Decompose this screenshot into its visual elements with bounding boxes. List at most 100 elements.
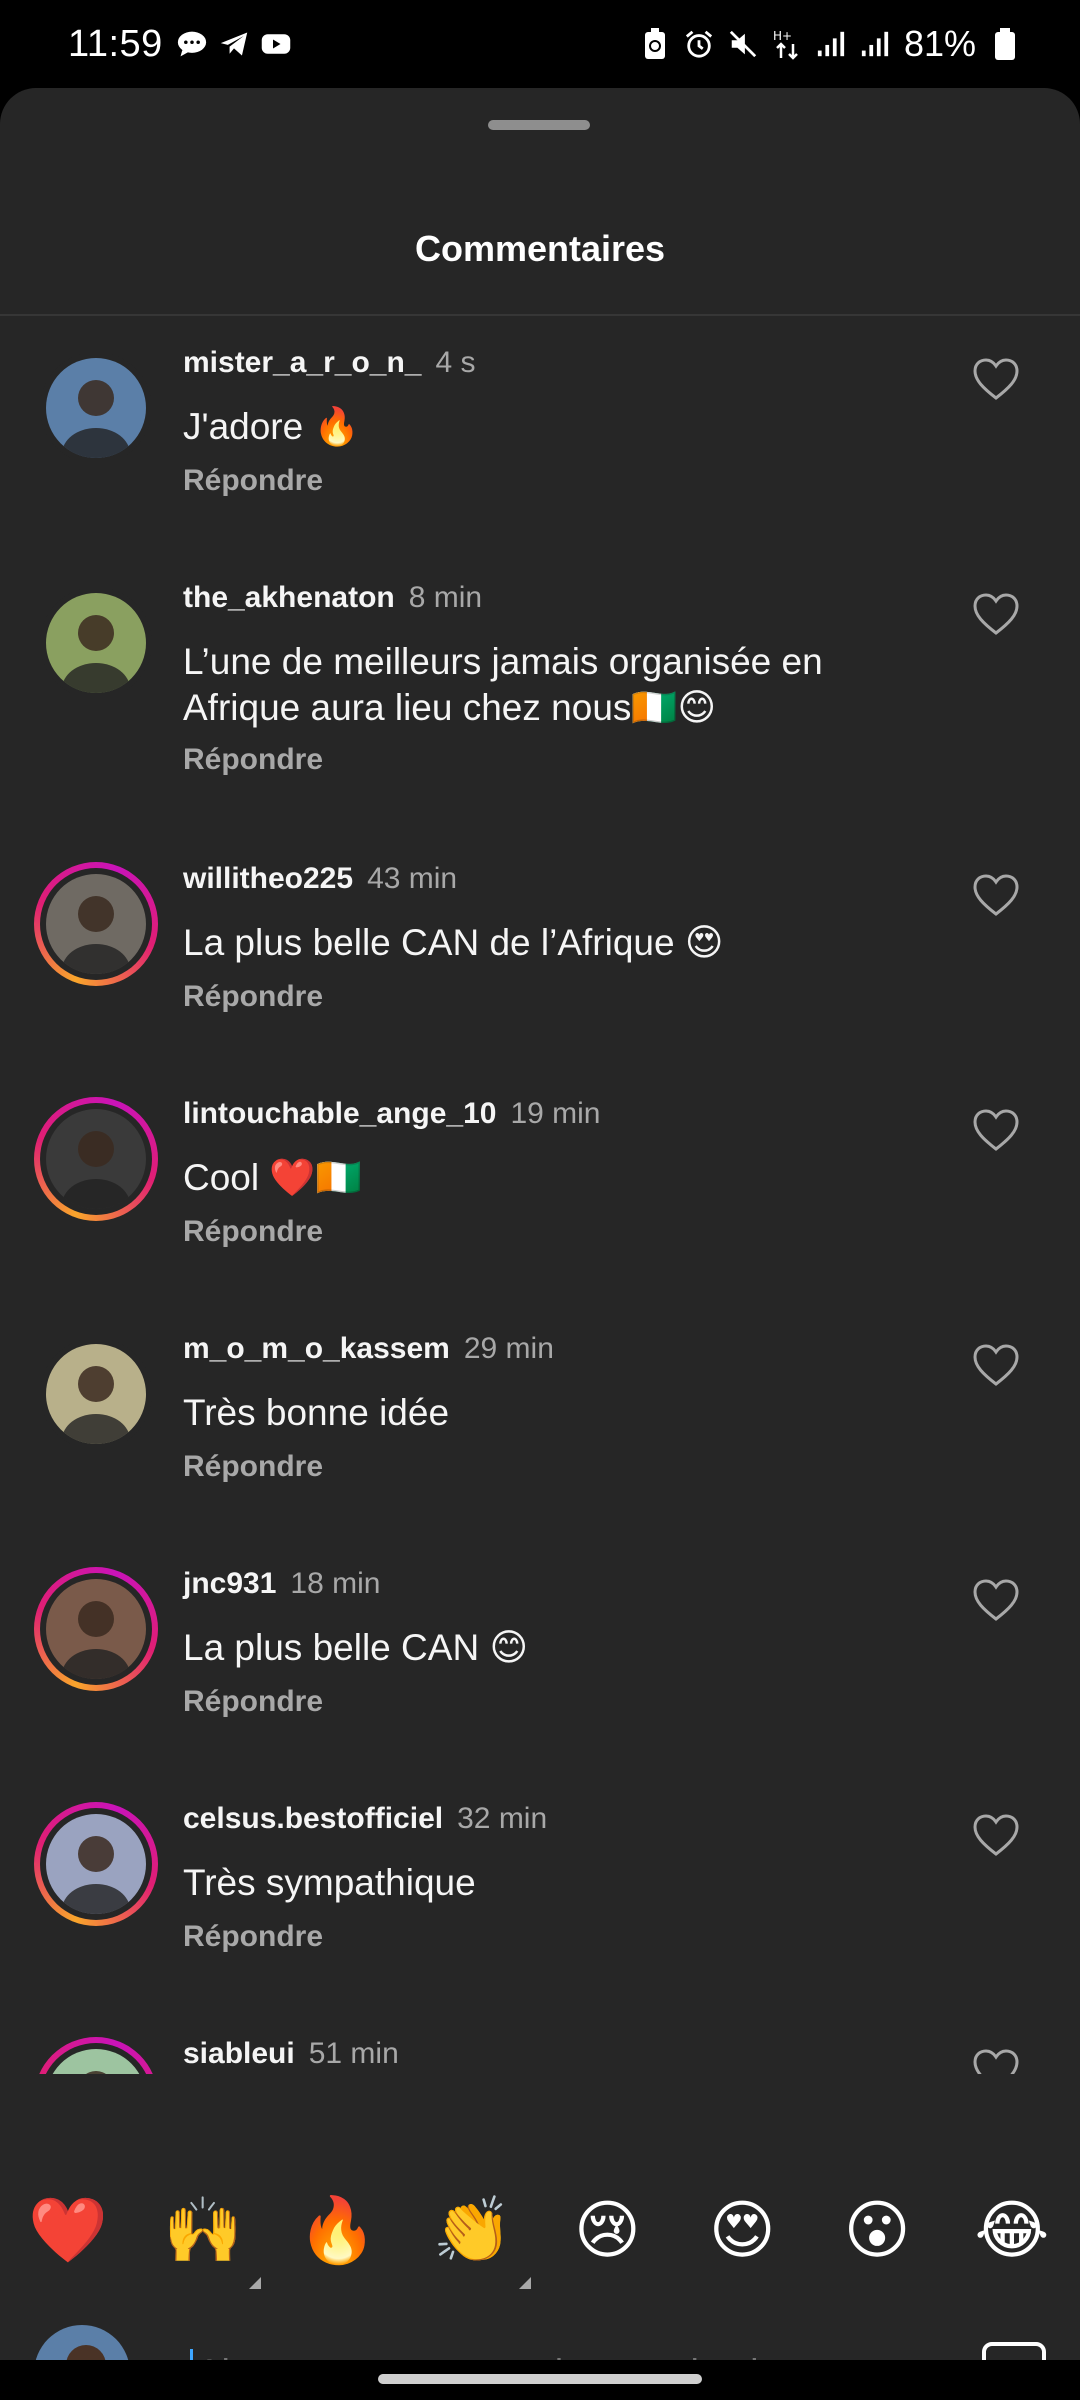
emoji-glyph: 😢: [574, 2194, 641, 2268]
signal-icon: [816, 29, 846, 59]
emoji-glyph: 👏: [432, 2194, 513, 2268]
quick-emoji-button[interactable]: 🔥: [298, 2191, 378, 2271]
comment-username[interactable]: siableui: [183, 2037, 295, 2070]
like-heart-icon[interactable]: [973, 1814, 1019, 1856]
battery-percentage: 81%: [903, 23, 976, 64]
story-ring-avatar[interactable]: [34, 862, 158, 986]
comment-username[interactable]: mister_a_r_o_n_: [183, 346, 421, 379]
like-heart-icon[interactable]: [973, 1344, 1019, 1386]
alarm-icon: [684, 29, 714, 59]
quick-emoji-button[interactable]: 🙌: [163, 2191, 261, 2289]
like-heart-icon[interactable]: [973, 358, 1019, 400]
comment-header: jnc931 18 min: [183, 1567, 380, 1601]
avatar-image: [46, 1579, 146, 1679]
comment-text: Très sympathique: [183, 1862, 476, 1903]
comment-timestamp: 4 s: [435, 346, 476, 379]
comment-username[interactable]: lintouchable_ange_10: [183, 1097, 496, 1130]
battery-icon: [990, 28, 1020, 60]
comment-text: Très bonne idée: [183, 1392, 450, 1433]
avatar-frame: [40, 587, 152, 699]
avatar-frame: [40, 868, 152, 980]
story-ring-avatar[interactable]: [34, 2037, 158, 2074]
avatar[interactable]: [34, 1332, 158, 1456]
emoji-glyph: 🔥: [297, 2194, 378, 2268]
comment-timestamp: 32 min: [457, 1802, 548, 1835]
comment-header: the_akhenaton 8 min: [183, 581, 482, 615]
emoji-glyph: ❤️: [28, 2194, 108, 2268]
emoji-glyph: 😍: [708, 2194, 776, 2268]
comment-username[interactable]: jnc931: [183, 1567, 276, 1600]
avatar-frame: [40, 1338, 152, 1450]
avatar-image: [46, 1814, 146, 1914]
reply-button[interactable]: Répondre: [183, 980, 323, 1014]
battery-saver-icon: [640, 28, 670, 59]
avatar-image: [46, 874, 146, 974]
avatar-frame: [40, 2043, 152, 2074]
avatar-image: [46, 1344, 146, 1444]
status-notification-icons: [177, 29, 291, 59]
comment-username[interactable]: celsus.bestofficiel: [183, 1802, 443, 1835]
like-heart-icon[interactable]: [973, 2049, 1019, 2074]
svg-text:H+: H+: [773, 29, 792, 43]
quick-emoji-button[interactable]: 😢: [567, 2191, 647, 2271]
story-ring-avatar[interactable]: [34, 1097, 158, 1221]
comment-timestamp: 43 min: [367, 862, 458, 895]
avatar-frame: [40, 352, 152, 464]
youtube-icon: [261, 29, 291, 59]
avatar-frame: [40, 1808, 152, 1920]
comment-username[interactable]: the_akhenaton: [183, 581, 395, 614]
avatar[interactable]: [34, 581, 158, 705]
comment-header: willitheo225 43 min: [183, 862, 457, 896]
comment-header: siableui 51 min: [183, 2037, 399, 2071]
comment-text: La plus belle CAN 😊: [183, 1627, 529, 1668]
status-time: 11:59: [68, 22, 163, 65]
like-heart-icon[interactable]: [973, 1579, 1019, 1621]
comments-list[interactable]: mister_a_r_o_n_ 4 s J'adore 🔥 Répondre the_a…: [0, 316, 1080, 2074]
reply-button[interactable]: Répondre: [183, 1215, 323, 1249]
avatar-image: [46, 2049, 146, 2074]
comment-timestamp: 51 min: [308, 2037, 399, 2070]
avatar[interactable]: [34, 346, 158, 470]
home-indicator[interactable]: [378, 2374, 702, 2384]
avatar-image: [46, 1109, 146, 1209]
avatar-image: [46, 358, 146, 458]
emoji-glyph: 🙌: [163, 2194, 243, 2268]
skin-tone-indicator-icon: [248, 2277, 261, 2289]
like-heart-icon[interactable]: [973, 593, 1019, 635]
signal-icon: [860, 29, 890, 59]
story-ring-avatar[interactable]: [34, 1802, 158, 1926]
reply-button[interactable]: Répondre: [183, 464, 323, 498]
quick-emoji-button[interactable]: ❤️: [28, 2191, 108, 2271]
quick-emoji-button[interactable]: 👏: [432, 2191, 531, 2289]
comment-text: Cool ❤️🇨🇮: [183, 1157, 362, 1198]
quick-emoji-button[interactable]: 😮: [837, 2191, 917, 2271]
telegram-icon: [219, 29, 249, 59]
story-ring-avatar[interactable]: [34, 1567, 158, 1691]
like-heart-icon[interactable]: [973, 1109, 1019, 1151]
comment-header: celsus.bestofficiel 32 min: [183, 1802, 547, 1836]
quick-emoji-button[interactable]: 😍: [702, 2191, 782, 2271]
comment-timestamp: 18 min: [290, 1567, 381, 1600]
avatar-frame: [40, 1103, 152, 1215]
emoji-glyph: 😮: [843, 2194, 911, 2268]
comment-header: m_o_m_o_kassem 29 min: [183, 1332, 554, 1366]
sheet-drag-handle[interactable]: [488, 120, 590, 130]
comment-timestamp: 29 min: [463, 1332, 554, 1365]
reply-button[interactable]: Répondre: [183, 1450, 323, 1484]
reply-button[interactable]: Répondre: [183, 743, 323, 777]
comment-username[interactable]: m_o_m_o_kassem: [183, 1332, 450, 1365]
skin-tone-indicator-icon: [518, 2277, 531, 2289]
mute-icon: [728, 29, 758, 59]
reply-button[interactable]: Répondre: [183, 1920, 323, 1954]
comment-text: La plus belle CAN de l’Afrique 😍: [183, 922, 724, 963]
like-heart-icon[interactable]: [973, 874, 1019, 916]
quick-emoji-bar: ❤️ 🙌 🔥 👏 😢 😍 😮 😂: [0, 2166, 1080, 2296]
reply-button[interactable]: Répondre: [183, 1685, 323, 1719]
avatar-frame: [40, 1573, 152, 1685]
comment-header: mister_a_r_o_n_ 4 s: [183, 346, 476, 380]
comment-header: lintouchable_ange_10 19 min: [183, 1097, 600, 1131]
emoji-glyph: 😂: [974, 2194, 1050, 2268]
comment-timestamp: 19 min: [510, 1097, 601, 1130]
quick-emoji-button[interactable]: 😂: [972, 2191, 1052, 2271]
comment-username[interactable]: willitheo225: [183, 862, 353, 895]
